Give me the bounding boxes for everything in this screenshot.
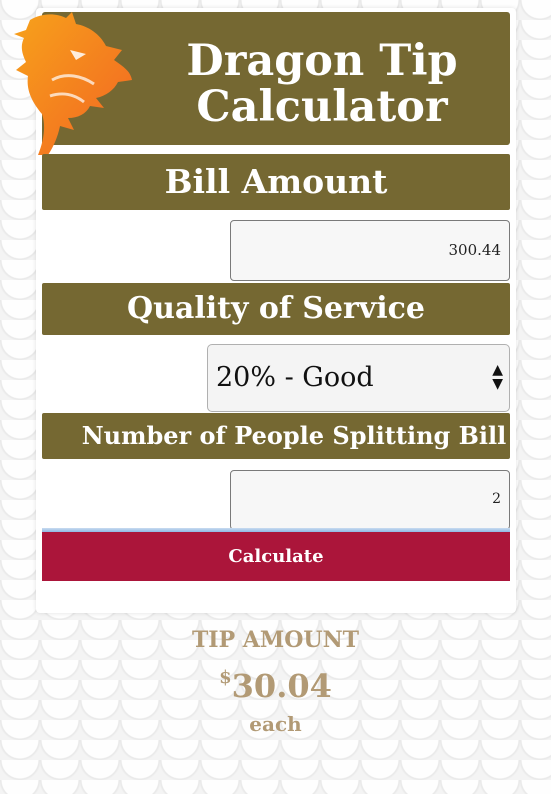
tip-amount-value: 30.04	[231, 667, 332, 705]
bill-amount-value: 300.44	[448, 241, 502, 259]
people-count-value: 2	[492, 491, 501, 507]
dragon-icon	[14, 12, 132, 155]
title-line-2: Calculator	[196, 82, 448, 132]
page-title: Dragon Tip Calculator	[152, 38, 492, 130]
service-quality-label: Quality of Service	[42, 283, 510, 335]
tip-amount-value-wrap: $30.04	[0, 658, 551, 706]
service-quality-selected: 20% - Good	[216, 362, 374, 393]
tip-result: TIP AMOUNT $30.04 each	[0, 626, 551, 738]
tip-amount-label: TIP AMOUNT	[191, 627, 360, 653]
calculate-button[interactable]: Calculate	[42, 532, 510, 581]
service-quality-select[interactable]: 20% - Good ▲ ▼	[207, 344, 510, 412]
currency-symbol: $	[219, 667, 232, 688]
select-updown-icon: ▲ ▼	[492, 362, 503, 392]
title-line-1: Dragon Tip	[186, 36, 458, 86]
people-count-label: Number of People Splitting Bill	[42, 413, 510, 459]
bill-amount-input[interactable]: 300.44	[230, 220, 510, 281]
tip-amount-suffix: each	[249, 712, 302, 736]
calculator-card: Dragon Tip Calculator Bill Amount 300.44…	[14, 8, 516, 613]
bill-amount-label: Bill Amount	[42, 154, 510, 210]
people-count-input[interactable]: 2	[230, 470, 510, 530]
